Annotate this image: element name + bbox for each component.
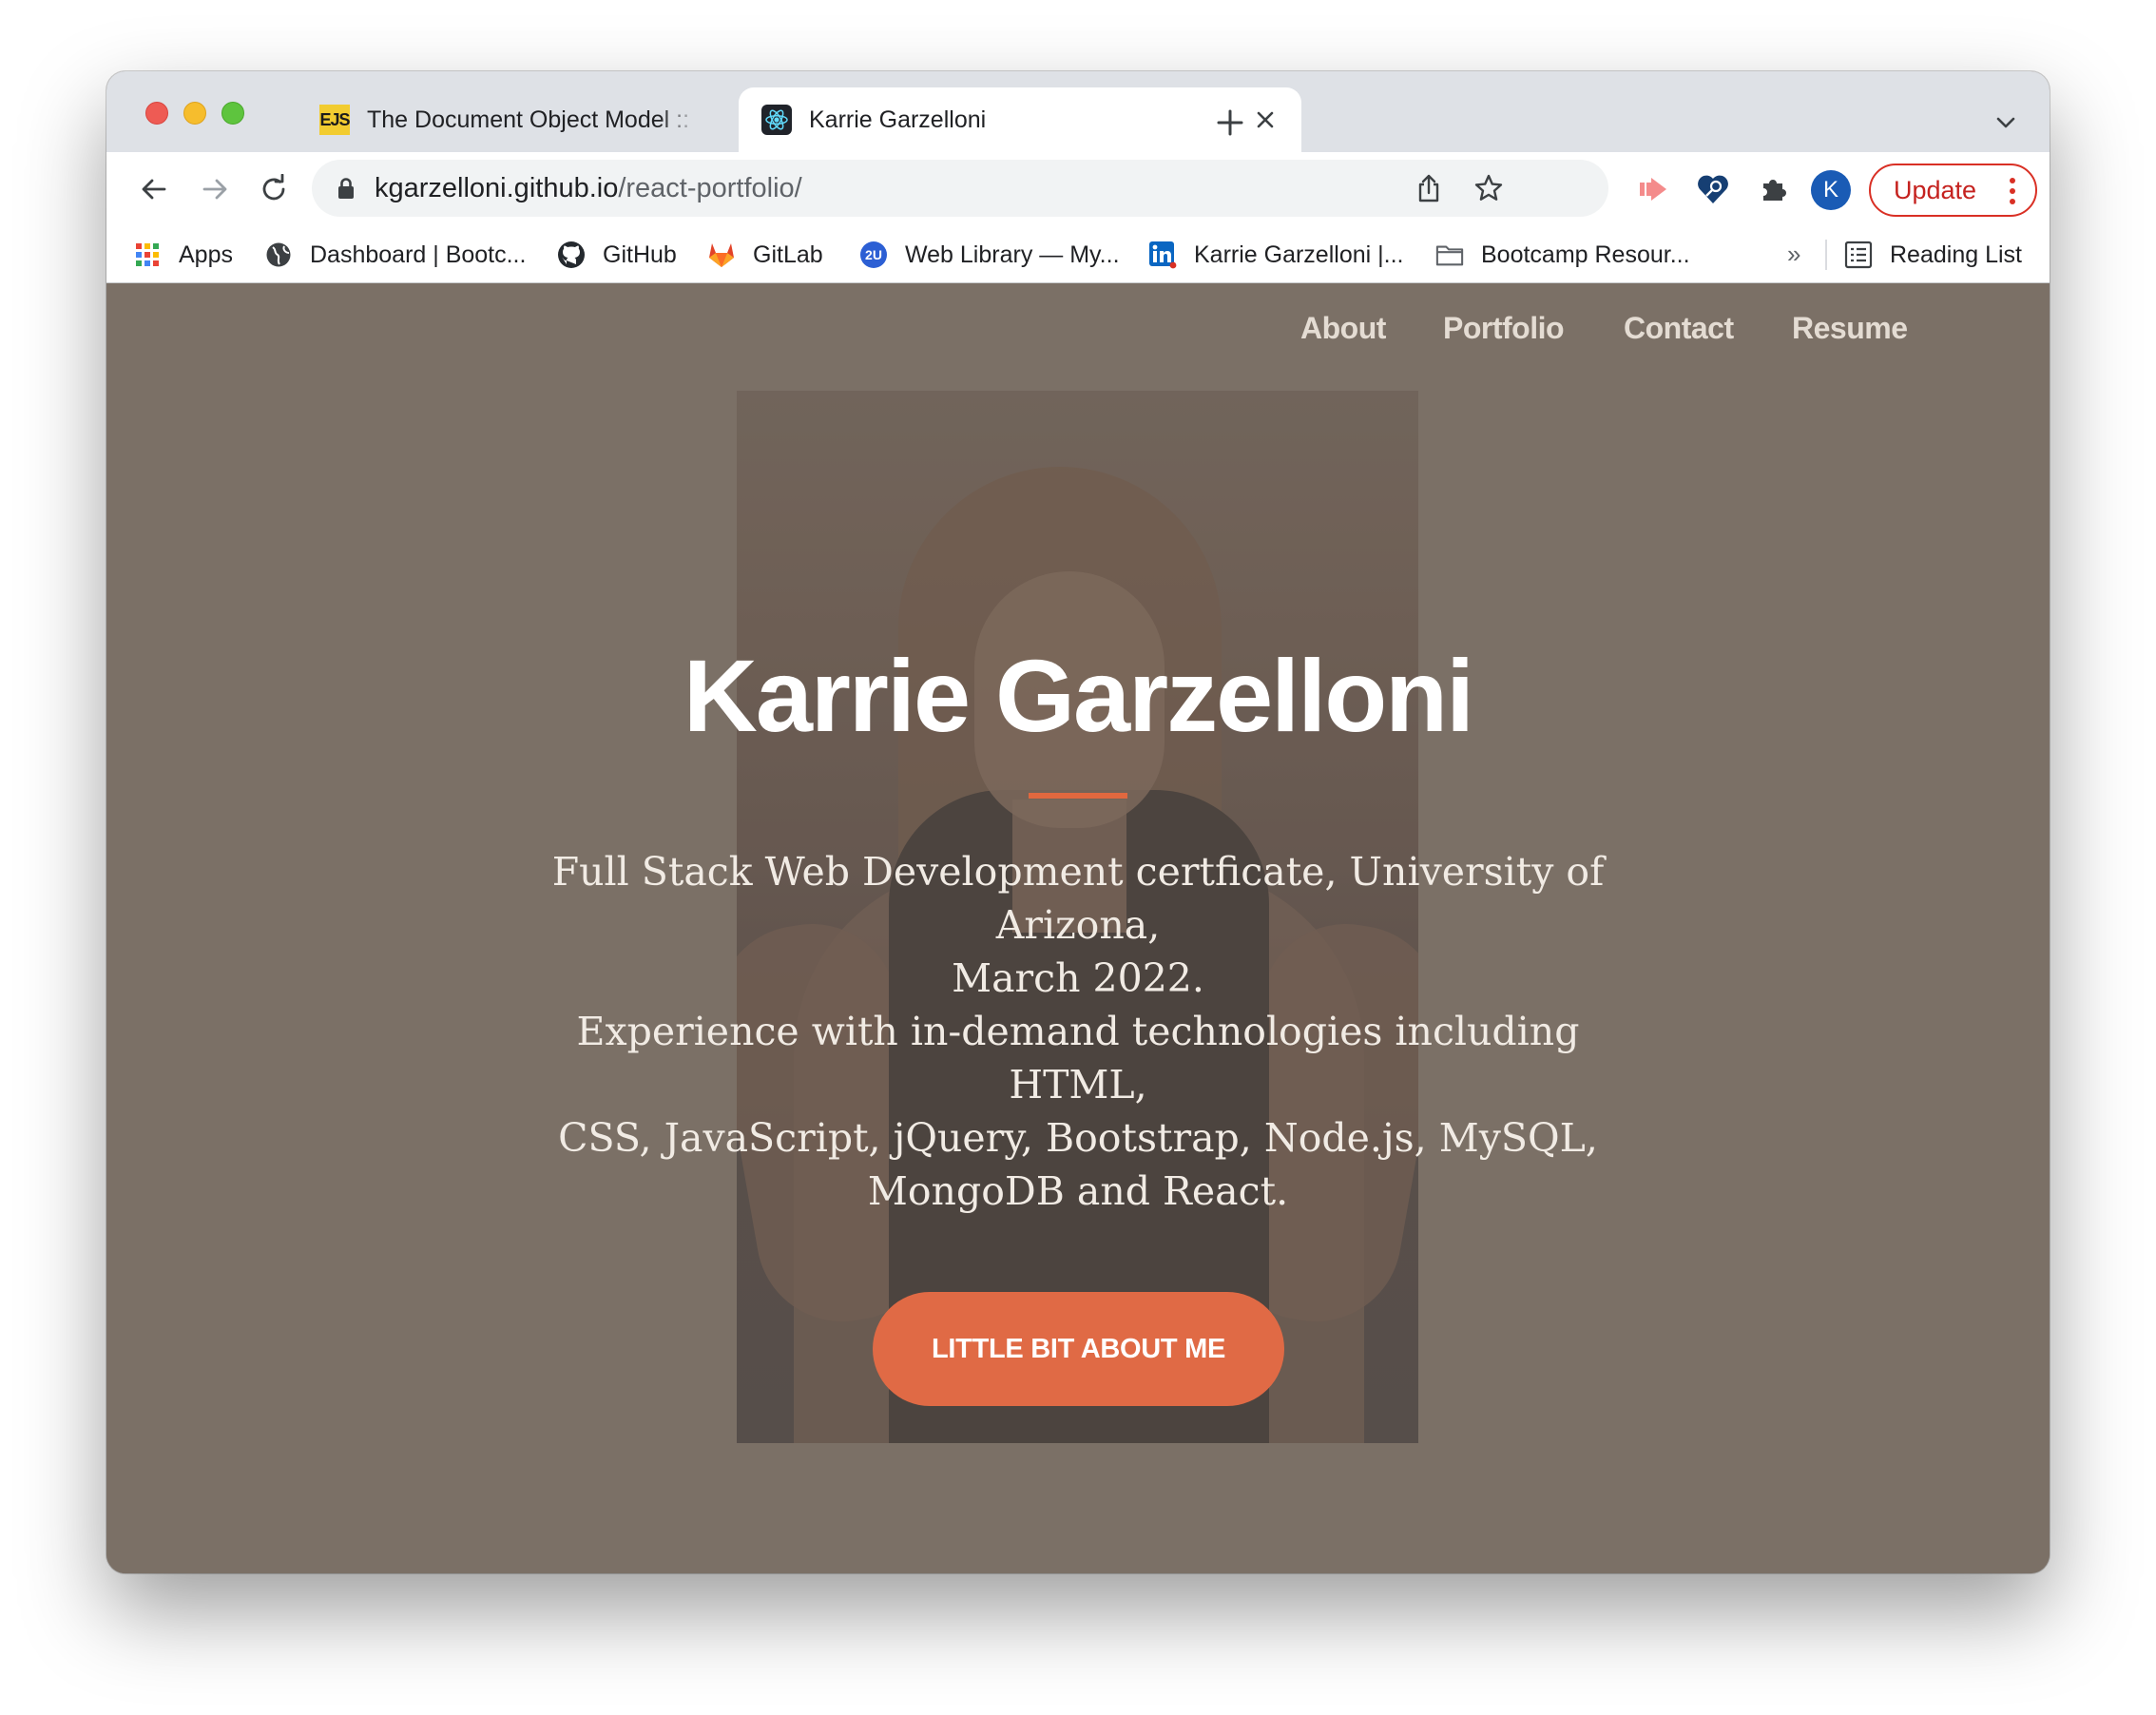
address-bar[interactable]: kgarzelloni.github.io/react-portfolio/ xyxy=(312,160,1608,217)
lock-icon[interactable] xyxy=(333,175,359,202)
tab-title: Karrie Garzelloni xyxy=(809,106,987,133)
nav-contact[interactable]: Contact xyxy=(1624,311,1734,346)
github-icon xyxy=(557,241,586,269)
bookmark-label: Karrie Garzelloni |... xyxy=(1194,241,1404,268)
bookmark-apps[interactable]: Apps xyxy=(133,236,233,274)
url-path: /react-portfolio/ xyxy=(618,173,802,203)
url-text[interactable]: kgarzelloni.github.io/react-portfolio/ xyxy=(375,173,802,204)
portfolio-page: About Portfolio Contact Resume Karrie Ga… xyxy=(106,284,2050,1573)
bookmark-label: Apps xyxy=(179,241,233,268)
hero-subtitle-line: March 2022. xyxy=(952,955,1204,1001)
forward-arrow-icon[interactable] xyxy=(194,168,236,210)
about-me-button[interactable]: LITTLE BIT ABOUT ME xyxy=(873,1292,1284,1406)
browser-toolbar: kgarzelloni.github.io/react-portfolio/ K… xyxy=(106,152,2050,226)
bookmark-web-library[interactable]: 2U Web Library — My... xyxy=(859,236,1120,274)
svg-text:2U: 2U xyxy=(865,247,882,262)
globe-icon xyxy=(264,241,293,269)
bookmarks-bar: Apps Dashboard | Bootc... GitHub GitLab … xyxy=(106,226,2050,283)
extensions-puzzle-icon[interactable] xyxy=(1752,168,1794,210)
hero-subtitle-line: CSS, JavaScript, jQuery, Bootstrap, Node… xyxy=(558,1115,1598,1161)
nav-resume[interactable]: Resume xyxy=(1792,311,1908,346)
zoom-window-button[interactable] xyxy=(221,102,244,125)
ejs-icon: EJS xyxy=(319,105,351,135)
hero-subtitle: Full Stack Web Development certficate, U… xyxy=(525,845,1631,1218)
bookmarks-separator xyxy=(1825,240,1827,270)
bookmark-linkedin[interactable]: Karrie Garzelloni |... xyxy=(1148,236,1403,274)
bookmarks-overflow-chevron[interactable]: » xyxy=(1787,240,1800,269)
bookmark-github[interactable]: GitHub xyxy=(557,236,677,274)
react-icon xyxy=(761,105,792,135)
update-button[interactable]: Update xyxy=(1869,164,2037,217)
hero-title: Karrie Garzelloni xyxy=(683,638,1474,753)
linkedin-icon xyxy=(1148,241,1177,269)
heart-key-icon[interactable] xyxy=(1692,168,1734,210)
nav-portfolio[interactable]: Portfolio xyxy=(1443,311,1565,346)
apps-grid-icon xyxy=(133,241,162,269)
update-label: Update xyxy=(1894,175,1977,204)
bookmark-label: Web Library — My... xyxy=(905,241,1120,268)
reading-list-label: Reading List xyxy=(1890,241,2022,268)
reading-list-button[interactable]: Reading List xyxy=(1844,236,2022,274)
bookmark-label: GitHub xyxy=(603,241,677,268)
bookmark-dashboard[interactable]: Dashboard | Bootc... xyxy=(264,236,526,274)
profile-avatar[interactable]: K xyxy=(1811,170,1851,210)
browser-window: EJS The Document Object Model :: Karrie … xyxy=(106,71,2050,1573)
hero-subtitle-line: Full Stack Web Development certficate, U… xyxy=(551,849,1605,948)
tab-title: The Document Object Model :: xyxy=(367,106,690,133)
bookmark-star-icon[interactable] xyxy=(1472,171,1506,205)
back-arrow-icon[interactable] xyxy=(133,168,175,210)
hero-subtitle-line: Experience with in-demand technologies i… xyxy=(576,1009,1580,1108)
gitlab-icon xyxy=(707,241,736,269)
reload-icon[interactable] xyxy=(253,168,295,210)
bookmark-label: Dashboard | Bootc... xyxy=(310,241,527,268)
folder-icon xyxy=(1435,241,1464,269)
url-host: kgarzelloni.github.io xyxy=(375,173,619,203)
tab-search-chevron-icon[interactable] xyxy=(1989,106,2023,140)
tab-strip: EJS The Document Object Model :: Karrie … xyxy=(106,71,2050,152)
minimize-window-button[interactable] xyxy=(183,102,206,125)
close-tab-icon[interactable] xyxy=(1252,106,1279,133)
title-divider xyxy=(1029,793,1127,799)
more-menu-icon[interactable] xyxy=(2009,177,2016,205)
new-tab-button[interactable] xyxy=(1211,104,1249,142)
share-icon[interactable] xyxy=(1412,171,1446,205)
bookmark-label: GitLab xyxy=(753,241,823,268)
bookmark-bootcamp-folder[interactable]: Bootcamp Resour... xyxy=(1435,236,1690,274)
reading-list-icon xyxy=(1844,241,1873,269)
bookmark-label: Bootcamp Resour... xyxy=(1481,241,1690,268)
bookmark-gitlab[interactable]: GitLab xyxy=(707,236,823,274)
hero-subtitle-line: MongoDB and React. xyxy=(867,1168,1289,1214)
nav-about[interactable]: About xyxy=(1300,311,1386,346)
2u-icon: 2U xyxy=(859,241,888,269)
close-window-button[interactable] xyxy=(145,102,168,125)
extension-arrow-icon[interactable] xyxy=(1632,168,1674,210)
